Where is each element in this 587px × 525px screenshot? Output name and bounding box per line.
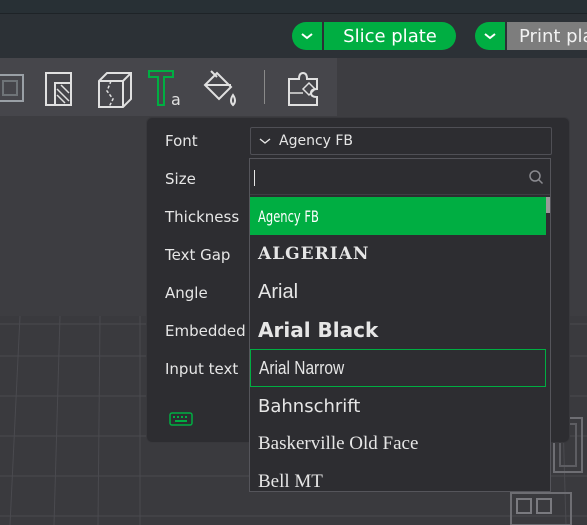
cut-icon	[45, 72, 72, 106]
size-label: Size	[165, 170, 196, 188]
search-icon	[529, 170, 544, 185]
layer-cube-icon	[0, 74, 24, 102]
font-option-label: ALGERIAN	[258, 244, 370, 264]
font-search-input[interactable]	[250, 159, 550, 195]
assembly-tool[interactable]	[282, 64, 326, 110]
print-plate-button[interactable]: Print pla	[507, 22, 587, 50]
top-bar: Slice plate Print pla	[0, 0, 587, 58]
text-gap-label: Text Gap	[165, 246, 231, 264]
font-option-label: Arial Black	[258, 318, 379, 342]
font-option[interactable]: Arial Narrow	[250, 349, 546, 387]
font-option[interactable]: Arial Black	[250, 311, 546, 349]
font-option-label: Bell MT	[258, 471, 323, 492]
font-option-label: Arial	[258, 280, 299, 303]
cut-tool[interactable]	[40, 64, 84, 110]
font-option[interactable]: Bell MT	[250, 463, 546, 492]
font-dropdown: Agency FB ALGERIAN Arial Arial Black Ari…	[249, 158, 551, 492]
font-option-label: Agency FB	[258, 206, 319, 226]
text-tool-icon: a	[148, 70, 181, 109]
thickness-label: Thickness	[165, 208, 240, 226]
svg-text:a: a	[171, 90, 181, 109]
font-option-label: Arial Narrow	[259, 357, 345, 378]
slice-plate-split-button: Slice plate	[292, 22, 456, 50]
font-option[interactable]: Agency FB	[250, 197, 546, 235]
chevron-down-icon	[301, 33, 313, 40]
model-preview-bottom	[510, 492, 572, 525]
tab-strip	[0, 0, 587, 14]
text-tool[interactable]: a	[144, 64, 188, 110]
keyboard-icon[interactable]	[169, 411, 193, 427]
dropdown-scrollbar[interactable]	[546, 197, 550, 213]
paint-tool[interactable]	[196, 64, 240, 110]
font-option[interactable]: Arial	[250, 273, 546, 311]
angle-label: Angle	[165, 284, 208, 302]
split-cube-icon	[98, 72, 132, 108]
font-option[interactable]: ALGERIAN	[250, 235, 546, 273]
font-select[interactable]: Agency FB	[250, 127, 552, 155]
slice-plate-button[interactable]: Slice plate	[324, 22, 456, 50]
font-option[interactable]: Baskerville Old Face	[250, 425, 546, 463]
print-dropdown-arrow[interactable]	[475, 22, 505, 50]
chevron-down-icon	[259, 133, 271, 149]
split-cube-tool[interactable]	[92, 64, 136, 110]
chevron-down-icon	[484, 33, 496, 40]
puzzle-assembly-icon	[288, 71, 318, 106]
layer-cube-tool[interactable]	[0, 64, 36, 110]
font-option-label: Bahnschrift	[258, 395, 361, 417]
font-label: Font	[165, 132, 198, 150]
text-caret	[254, 170, 255, 186]
toolbar-separator	[264, 70, 265, 104]
input-text-label: Input text	[165, 360, 239, 378]
paint-bucket-icon	[203, 70, 236, 107]
toolbar: a	[0, 58, 337, 116]
slice-dropdown-arrow[interactable]	[292, 22, 322, 50]
print-plate-split-button: Print pla	[475, 22, 587, 50]
font-select-value: Agency FB	[279, 133, 354, 149]
embedded-label: Embedded d	[165, 322, 260, 340]
font-option[interactable]: Bahnschrift	[250, 387, 546, 425]
font-option-label: Baskerville Old Face	[258, 433, 419, 454]
